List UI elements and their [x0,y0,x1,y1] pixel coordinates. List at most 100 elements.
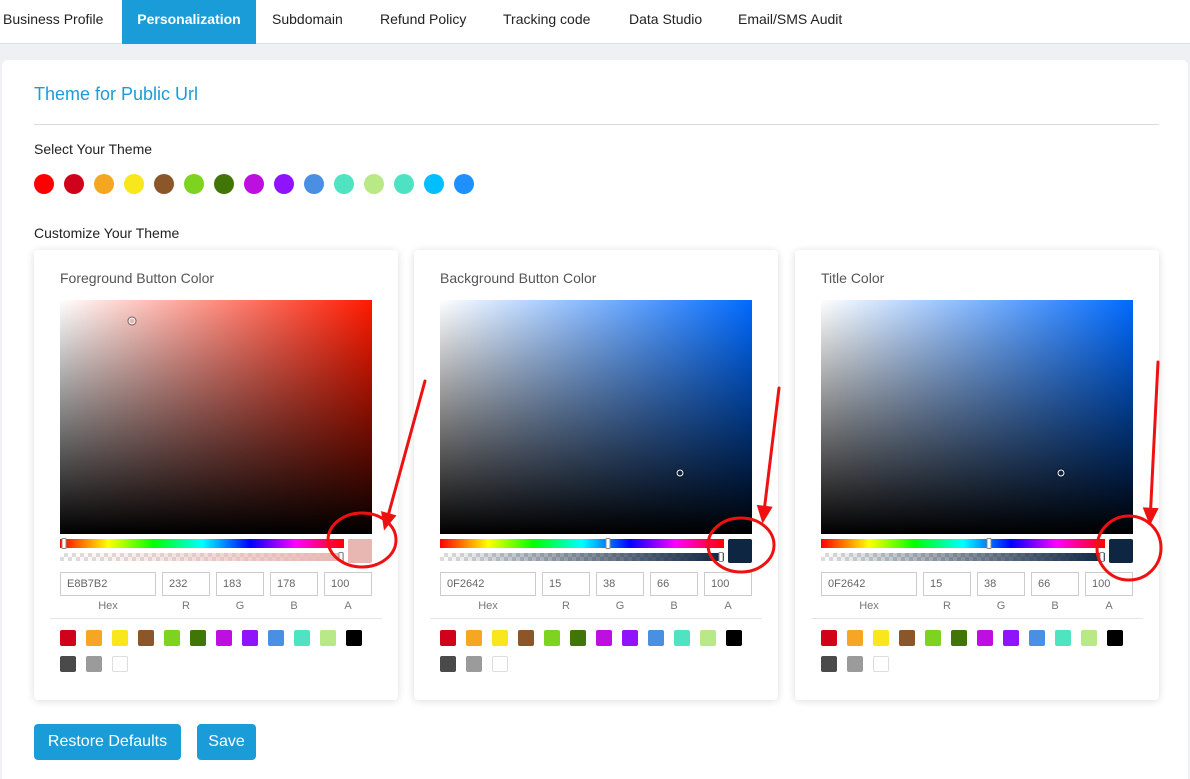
preset-color-swatch[interactable] [440,630,456,646]
tab-business-profile[interactable]: Business Profile [0,0,122,44]
g-input[interactable]: 38 [596,572,644,596]
preset-color-swatch[interactable] [164,630,180,646]
preset-color-swatch[interactable] [951,630,967,646]
hex-input[interactable]: 0F2642 [821,572,917,596]
preset-color-swatch[interactable] [544,630,560,646]
preset-color-swatch[interactable] [622,630,638,646]
preset-color-swatch[interactable] [112,630,128,646]
preset-color-swatch[interactable] [899,630,915,646]
preset-color-swatch[interactable] [466,630,482,646]
preset-color-swatch[interactable] [726,630,742,646]
preset-color-swatch[interactable] [821,656,837,672]
preset-color-swatch[interactable] [847,630,863,646]
preset-color-swatch[interactable] [190,630,206,646]
preset-color-swatch[interactable] [216,630,232,646]
theme-color-dot[interactable] [334,174,354,194]
hex-input[interactable]: E8B7B2 [60,572,156,596]
preset-color-swatch[interactable] [648,630,664,646]
hue-slider-handle[interactable] [605,538,611,549]
theme-color-dot[interactable] [454,174,474,194]
a-input[interactable]: 100 [324,572,372,596]
preset-color-swatch[interactable] [700,630,716,646]
theme-color-dot[interactable] [94,174,114,194]
preset-color-swatch[interactable] [268,630,284,646]
preset-color-swatch[interactable] [86,656,102,672]
alpha-slider-handle[interactable] [338,552,344,562]
preset-color-swatch[interactable] [570,630,586,646]
preset-color-swatch[interactable] [1003,630,1019,646]
restore-defaults-button[interactable]: Restore Defaults [34,724,181,760]
preset-color-swatch[interactable] [320,630,336,646]
preset-color-swatch[interactable] [492,656,508,672]
preset-color-swatch[interactable] [873,630,889,646]
preset-color-swatch[interactable] [60,630,76,646]
preset-color-swatch[interactable] [294,630,310,646]
preset-color-swatch[interactable] [1107,630,1123,646]
hex-input[interactable]: 0F2642 [440,572,536,596]
preset-color-swatch[interactable] [60,656,76,672]
alpha-slider[interactable] [440,552,724,562]
tab-personalization[interactable]: Personalization [122,0,256,44]
preset-color-swatch[interactable] [821,630,837,646]
hue-slider-handle[interactable] [986,538,992,549]
preset-color-swatch[interactable] [440,656,456,672]
a-input[interactable]: 100 [1085,572,1133,596]
theme-color-dot[interactable] [364,174,384,194]
b-input[interactable]: 178 [270,572,318,596]
preset-color-swatch[interactable] [138,630,154,646]
preset-color-swatch[interactable] [518,630,534,646]
r-input[interactable]: 15 [542,572,590,596]
hue-slider[interactable] [821,538,1105,549]
hue-slider[interactable] [440,538,724,549]
theme-color-dot[interactable] [304,174,324,194]
r-input[interactable]: 15 [923,572,971,596]
b-input[interactable]: 66 [650,572,698,596]
saturation-cursor[interactable] [676,469,684,477]
theme-color-dot[interactable] [274,174,294,194]
theme-color-dot[interactable] [184,174,204,194]
g-input[interactable]: 183 [216,572,264,596]
theme-color-dot[interactable] [244,174,264,194]
saturation-area[interactable] [440,300,752,534]
saturation-cursor[interactable] [1057,469,1065,477]
theme-color-dot[interactable] [154,174,174,194]
b-input[interactable]: 66 [1031,572,1079,596]
theme-color-dot[interactable] [124,174,144,194]
preset-color-swatch[interactable] [977,630,993,646]
tab-tracking-code[interactable]: Tracking code [503,0,590,44]
tab-refund-policy[interactable]: Refund Policy [380,0,466,44]
tab-email-sms-audit[interactable]: Email/SMS Audit [738,0,842,44]
preset-color-swatch[interactable] [466,656,482,672]
alpha-slider-handle[interactable] [1099,552,1105,562]
tab-subdomain[interactable]: Subdomain [272,0,343,44]
saturation-area[interactable] [821,300,1133,534]
alpha-slider-handle[interactable] [718,552,724,562]
preset-color-swatch[interactable] [112,656,128,672]
theme-color-dot[interactable] [214,174,234,194]
preset-color-swatch[interactable] [242,630,258,646]
saturation-area[interactable] [60,300,372,534]
preset-color-swatch[interactable] [925,630,941,646]
preset-color-swatch[interactable] [346,630,362,646]
preset-color-swatch[interactable] [1029,630,1045,646]
preset-color-swatch[interactable] [596,630,612,646]
theme-color-dot[interactable] [34,174,54,194]
alpha-slider[interactable] [60,552,344,562]
theme-color-dot[interactable] [64,174,84,194]
a-input[interactable]: 100 [704,572,752,596]
theme-color-dot[interactable] [424,174,444,194]
tab-data-studio[interactable]: Data Studio [629,0,702,44]
preset-color-swatch[interactable] [1081,630,1097,646]
preset-color-swatch[interactable] [1055,630,1071,646]
theme-color-dot[interactable] [394,174,414,194]
preset-color-swatch[interactable] [86,630,102,646]
g-input[interactable]: 38 [977,572,1025,596]
preset-color-swatch[interactable] [873,656,889,672]
saturation-cursor[interactable] [128,317,136,325]
hue-slider-handle[interactable] [61,538,67,549]
hue-slider[interactable] [60,538,344,549]
r-input[interactable]: 232 [162,572,210,596]
preset-color-swatch[interactable] [847,656,863,672]
alpha-slider[interactable] [821,552,1105,562]
preset-color-swatch[interactable] [492,630,508,646]
